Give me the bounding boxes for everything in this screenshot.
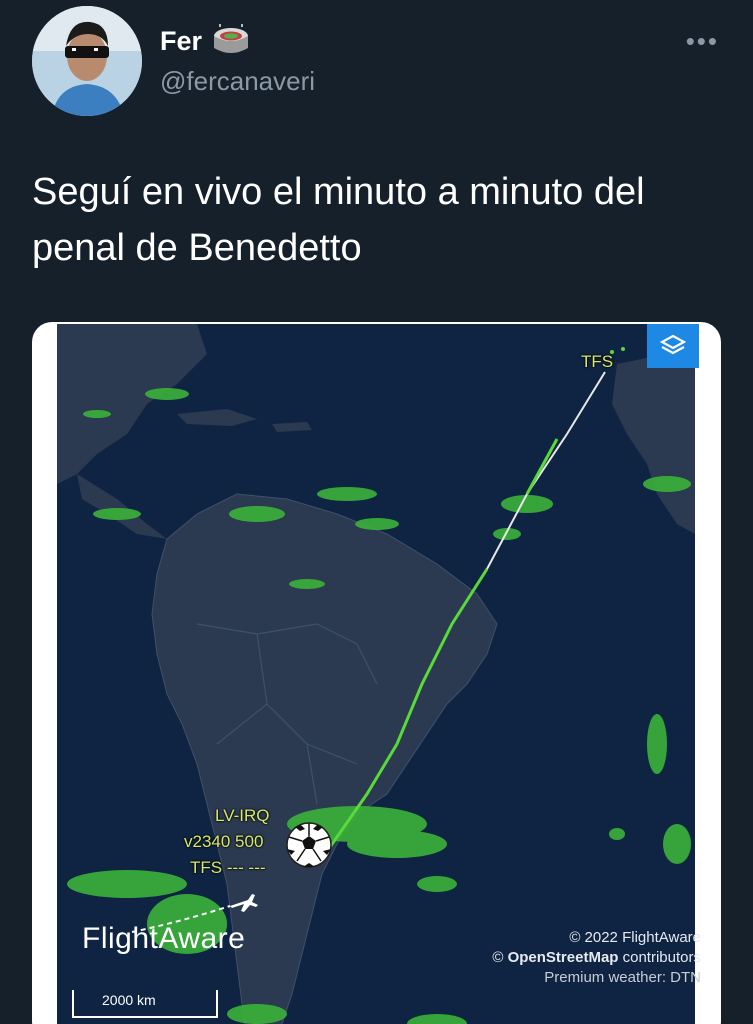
destination-label: TFS bbox=[581, 352, 614, 371]
avatar[interactable] bbox=[32, 6, 142, 116]
author-name[interactable]: Fer bbox=[160, 24, 250, 58]
stadium-icon bbox=[212, 24, 250, 58]
osm-credit[interactable]: © OpenStreetMap contributors bbox=[492, 948, 701, 968]
tweet-text: Seguí en vivo el minuto a minuto del pen… bbox=[32, 171, 645, 269]
author-handle[interactable]: @fercanaveri bbox=[160, 66, 315, 97]
osm-prefix: © bbox=[492, 949, 504, 966]
scale-label: 2000 km bbox=[102, 992, 156, 1008]
tweet-media[interactable]: TFS LV-IRQ v2340 500 TFS --- --- FlightA… bbox=[32, 322, 721, 1024]
author-name-text[interactable]: Fer bbox=[160, 26, 202, 57]
osm-suffix: contributors bbox=[622, 949, 701, 966]
soccer-ball-icon bbox=[285, 821, 333, 869]
tweet-card: Fer @fercanaveri ••• Seguí en vivo el mi… bbox=[0, 0, 753, 1024]
more-icon[interactable]: ••• bbox=[686, 26, 719, 57]
flight-dest-label: TFS --- --- bbox=[190, 858, 266, 877]
flight-speed-label: v2340 500 bbox=[184, 832, 264, 851]
copyright-text: © 2022 FlightAware bbox=[569, 929, 701, 946]
layers-icon[interactable] bbox=[647, 324, 699, 368]
flight-id-label: LV-IRQ bbox=[215, 806, 270, 825]
flightaware-logo: FlightAware bbox=[82, 922, 246, 955]
map-credits: © 2022 FlightAware © OpenStreetMap contr… bbox=[492, 928, 701, 988]
weather-credit: Premium weather: DTN bbox=[544, 969, 701, 986]
osm-link[interactable]: OpenStreetMap bbox=[508, 949, 619, 966]
